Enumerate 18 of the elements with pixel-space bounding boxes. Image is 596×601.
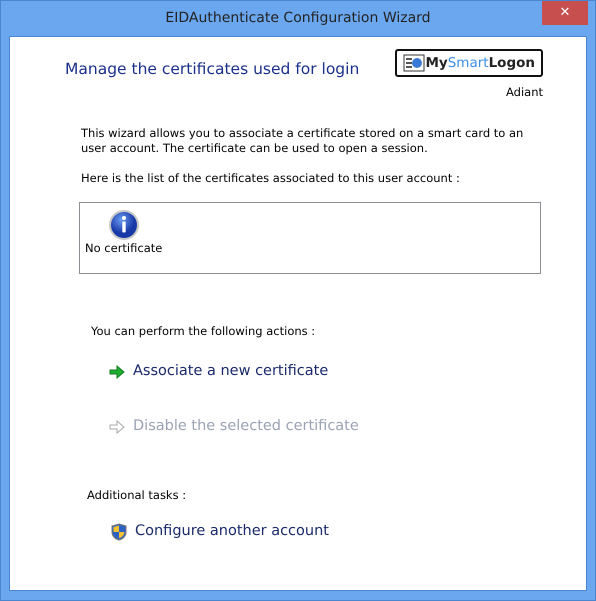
certificate-item[interactable]: No certificate xyxy=(85,241,162,256)
arrow-icon xyxy=(109,420,125,434)
action-link[interactable]: Associate a new certificate xyxy=(109,361,586,383)
actions-caption: You can perform the following actions : xyxy=(91,324,316,340)
certificate-list[interactable]: No certificate xyxy=(79,202,541,274)
logo: MySmartLogon xyxy=(395,49,543,78)
shield-icon xyxy=(111,522,127,541)
company-name: Adiant xyxy=(506,85,543,100)
action-link[interactable]: Configure another account xyxy=(111,520,586,542)
card-chip-icon xyxy=(403,53,426,74)
page-heading: Manage the certificates used for login xyxy=(65,59,360,80)
arrow-icon xyxy=(109,365,125,380)
list-caption: Here is the list of the certificates associated to this user account : xyxy=(81,171,461,186)
tasks-caption: Additional tasks : xyxy=(87,488,188,503)
window-title: EIDAuthenticate Configuration Wizard xyxy=(165,9,431,28)
info-icon xyxy=(108,209,140,242)
intro-text: This wizard allows you to associate a certificate stored on a smart card to an user account. The certificate can be used to open a session. xyxy=(81,126,524,156)
close-button[interactable]: ✕ xyxy=(542,1,588,25)
